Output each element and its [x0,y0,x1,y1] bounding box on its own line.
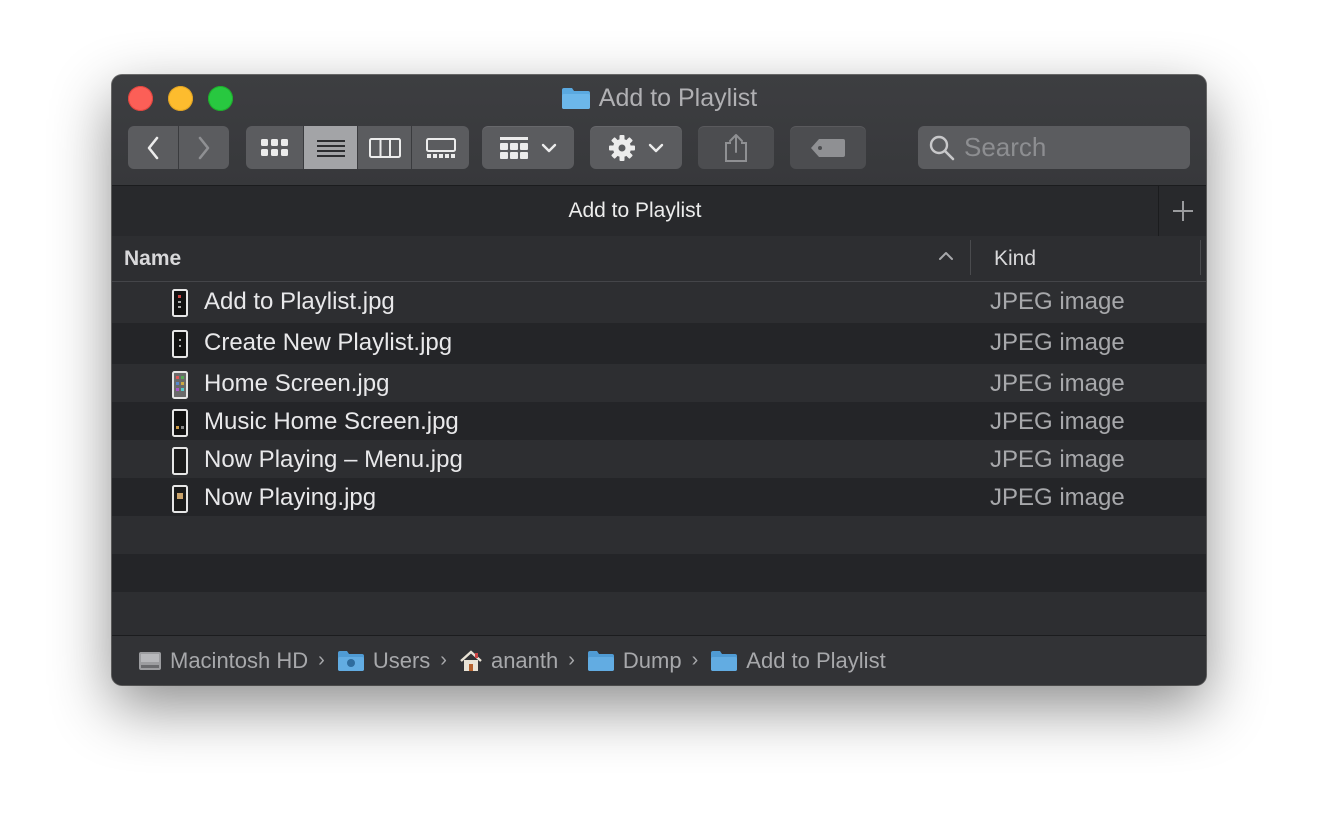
file-row[interactable]: Create New Playlist.jpg JPEG image [112,323,1206,364]
file-name: Music Home Screen.jpg [204,408,459,435]
chevron-left-icon [147,136,159,159]
gallery-view-button[interactable] [412,126,469,169]
path-item-ananth[interactable]: ananth [459,648,558,674]
search-placeholder: Search [964,132,1047,162]
share-button[interactable] [698,126,774,169]
group-by-button[interactable] [482,126,574,169]
home-icon [460,649,482,671]
file-name: Create New Playlist.jpg [204,329,453,356]
folder-icon [561,86,591,117]
new-tab-button[interactable] [1158,186,1206,236]
sort-ascending-icon [939,252,953,260]
jpeg-file-icon [172,330,188,358]
column-divider[interactable] [970,240,971,275]
file-kind: JPEG image [990,329,1125,356]
jpeg-file-icon [172,371,188,399]
file-name: Add to Playlist.jpg [204,288,395,315]
chevron-down-icon [541,143,557,152]
file-kind: JPEG image [990,408,1125,435]
file-kind: JPEG image [990,370,1125,397]
path-item-label: Macintosh HD [170,647,309,673]
tab-bar: Add to Playlist [112,185,1206,237]
share-icon [725,133,747,162]
name-column-header[interactable]: Name [124,236,181,281]
tab-add-to-playlist[interactable]: Add to Playlist [112,186,1158,236]
jpeg-file-icon [172,485,188,513]
column-header: Name Kind [112,236,1206,282]
back-button[interactable] [128,126,179,169]
file-name: Now Playing – Menu.jpg [204,446,463,473]
path-item-label: Dump [622,647,682,673]
folder-icon [587,650,614,671]
path-item-add-to-playlist[interactable]: Add to Playlist [710,647,886,674]
empty-row [112,554,1206,592]
view-mode-control [246,126,469,169]
icon-view-button[interactable] [246,126,304,169]
hard-drive-icon [139,651,161,670]
column-view-button[interactable] [358,126,412,169]
path-separator-icon: › [318,649,325,671]
path-separator-icon: › [440,649,447,671]
file-row[interactable]: Now Playing – Menu.jpg JPEG image [112,440,1206,478]
path-item-label: ananth [490,647,559,673]
chevron-down-icon [648,143,664,152]
gallery-icon [425,137,456,158]
file-row[interactable]: Now Playing.jpg JPEG image [112,478,1206,516]
forward-button[interactable] [179,126,229,169]
path-item-dump[interactable]: Dump [587,648,682,674]
gear-icon [609,134,635,161]
path-bar: Macintosh HD › Users › ananth › Dump › A… [112,635,1206,685]
window-title-text: Add to Playlist [598,84,758,112]
icon-grid-icon [260,138,288,156]
file-kind: JPEG image [990,288,1125,315]
window-title: Add to Playlist [112,83,1206,117]
search-field[interactable]: Search [918,126,1190,169]
plus-icon [1173,201,1193,221]
users-folder-icon [337,650,364,671]
file-kind: JPEG image [990,446,1125,473]
file-row[interactable]: Add to Playlist.jpg JPEG image [112,282,1206,323]
path-item-macintosh-hd[interactable]: Macintosh HD [138,648,308,674]
list-icon [316,139,345,157]
folder-icon [711,650,738,671]
kind-column-header[interactable]: Kind [994,236,1036,281]
jpeg-file-icon [172,447,188,475]
path-item-label: Add to Playlist [746,647,886,673]
file-name: Home Screen.jpg [204,370,390,397]
finder-window: Add to Playlist Search Add to Playlist N… [112,75,1206,685]
empty-row [112,516,1206,554]
title-bar: Add to Playlist Search [112,75,1206,185]
group-icon [500,136,528,159]
jpeg-file-icon [172,289,188,317]
tag-icon [811,138,845,157]
file-list: Add to Playlist.jpg JPEG image Create Ne… [112,282,1206,634]
file-kind: JPEG image [990,484,1125,511]
file-row[interactable]: Music Home Screen.jpg JPEG image [112,402,1206,440]
path-item-users[interactable]: Users [337,648,430,674]
search-icon [929,135,955,160]
column-divider[interactable] [1200,240,1201,275]
file-name: Now Playing.jpg [204,484,377,511]
path-separator-icon: › [568,649,575,671]
list-view-button[interactable] [304,126,358,169]
back-forward-control [128,126,229,169]
path-separator-icon: › [691,649,699,671]
empty-row [112,592,1206,632]
tags-button[interactable] [790,126,866,169]
columns-icon [368,137,401,158]
jpeg-file-icon [172,409,188,437]
file-row[interactable]: Home Screen.jpg JPEG image [112,364,1206,402]
chevron-right-icon [198,136,210,159]
path-item-label: Users [372,647,431,673]
action-menu-button[interactable] [590,126,682,169]
